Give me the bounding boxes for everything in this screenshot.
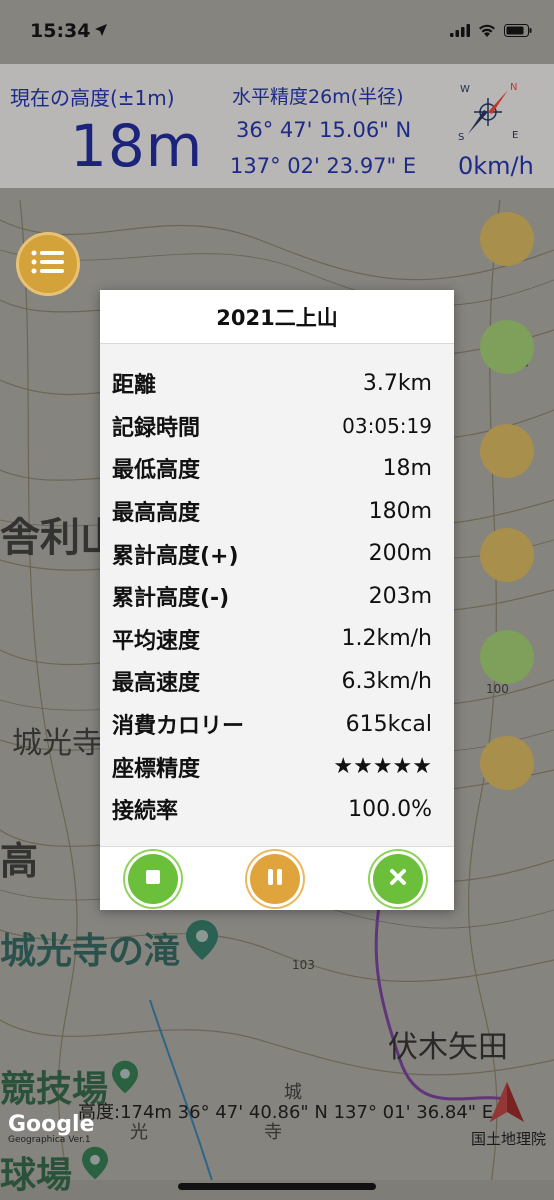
side-button-1[interactable] (480, 212, 534, 266)
stat-label: 累計高度(+) (112, 543, 239, 569)
horizontal-accuracy: 水平精度26m(半径) (232, 86, 404, 108)
location-info-panel: 現在の高度(±1m) 18m 水平精度26m(半径) 36° 47' 15.06… (0, 64, 554, 188)
svg-text:N: N (510, 82, 517, 93)
svg-text:S: S (458, 132, 464, 143)
stat-value: 615kcal (345, 711, 432, 737)
location-services-icon (94, 22, 108, 41)
battery-icon (504, 22, 532, 41)
side-button-4[interactable] (480, 528, 534, 582)
status-time: 15:34 (30, 20, 91, 42)
stat-value: 203m (368, 583, 432, 609)
compass-icon[interactable]: N W E S (450, 76, 526, 152)
side-button-2[interactable] (480, 320, 534, 374)
stat-row-max-altitude: 最高高度 180m (112, 490, 432, 533)
latitude: 36° 47' 15.06" N (236, 118, 412, 142)
stat-value: 03:05:19 (342, 413, 432, 438)
list-icon (31, 249, 65, 279)
stat-row-min-altitude: 最低高度 18m (112, 447, 432, 490)
map-credit: 国土地理院 (470, 1130, 546, 1148)
stat-row-max-speed: 最高速度 6.3km/h (112, 660, 432, 703)
stat-row-connection-rate: 接続率 100.0% (112, 788, 432, 831)
accuracy-stars: ★★★★★ (333, 754, 432, 780)
longitude: 137° 02' 23.97" E (230, 154, 417, 178)
close-icon (389, 868, 407, 890)
altitude-label: 現在の高度(±1m) (10, 86, 175, 110)
stat-label: 消費カロリー (112, 714, 245, 740)
status-indicators (450, 22, 532, 41)
pause-button[interactable] (250, 854, 300, 904)
stat-value: 180m (368, 498, 432, 524)
dialog-title: 2021二上山 (216, 305, 338, 330)
svg-text:W: W (460, 84, 470, 95)
stat-value: 200m (368, 541, 432, 567)
stop-icon (145, 869, 161, 889)
stat-label: 累計高度(-) (112, 586, 230, 612)
stat-label: 接続率 (112, 799, 179, 825)
stat-row-cumulative-descent: 累計高度(-) 203m (112, 575, 432, 618)
stat-label: 記録時間 (112, 415, 201, 441)
google-logo: Google (8, 1112, 95, 1137)
pause-icon (267, 868, 283, 890)
stat-row-calories: 消費カロリー 615kcal (112, 703, 432, 746)
dialog-button-bar (100, 846, 454, 910)
stat-value: 100.0% (348, 796, 432, 822)
app-version: Geographica Ver.1 (8, 1135, 91, 1145)
stat-row-distance: 距離 3.7km (112, 362, 432, 405)
side-button-6[interactable] (480, 736, 534, 790)
stat-value: 18m (382, 455, 432, 481)
side-button-3[interactable] (480, 424, 534, 478)
wifi-icon (478, 22, 496, 41)
close-button[interactable] (373, 854, 423, 904)
track-summary-dialog: 2021二上山 距離 3.7km 記録時間 03:05:19 最低高度 18m … (100, 290, 454, 910)
stat-label: 平均速度 (112, 628, 201, 654)
menu-button[interactable] (16, 232, 80, 296)
side-button-5[interactable] (480, 630, 534, 684)
stat-label: 距離 (112, 373, 157, 399)
home-indicator[interactable] (178, 1183, 376, 1190)
stat-label: 最高高度 (112, 501, 201, 527)
altitude-value: 18m (70, 112, 204, 180)
stat-row-cumulative-ascent: 累計高度(+) 200m (112, 532, 432, 575)
dialog-header: 2021二上山 (100, 290, 454, 344)
stat-row-average-speed: 平均速度 1.2km/h (112, 618, 432, 661)
stat-label: 最高速度 (112, 671, 201, 697)
status-bar: 15:34 (0, 0, 554, 64)
stat-row-coordinate-accuracy: 座標精度 ★★★★★ (112, 745, 432, 788)
stat-value: 3.7km (362, 370, 432, 396)
stat-value: 6.3km/h (341, 668, 432, 694)
cursor-coordinates: 高度:174m 36° 47' 40.86" N 137° 01' 36.84"… (78, 1102, 494, 1123)
stop-button[interactable] (128, 854, 178, 904)
stats-list: 距離 3.7km 記録時間 03:05:19 最低高度 18m 最高高度 180… (100, 344, 454, 831)
svg-text:E: E (512, 130, 518, 141)
stat-value: 1.2km/h (341, 626, 432, 652)
current-speed: 0km/h (458, 152, 534, 180)
stat-label: 座標精度 (112, 756, 201, 782)
stat-label: 最低高度 (112, 458, 201, 484)
stat-row-record-time: 記録時間 03:05:19 (112, 405, 432, 448)
cellular-signal-icon (450, 22, 470, 41)
